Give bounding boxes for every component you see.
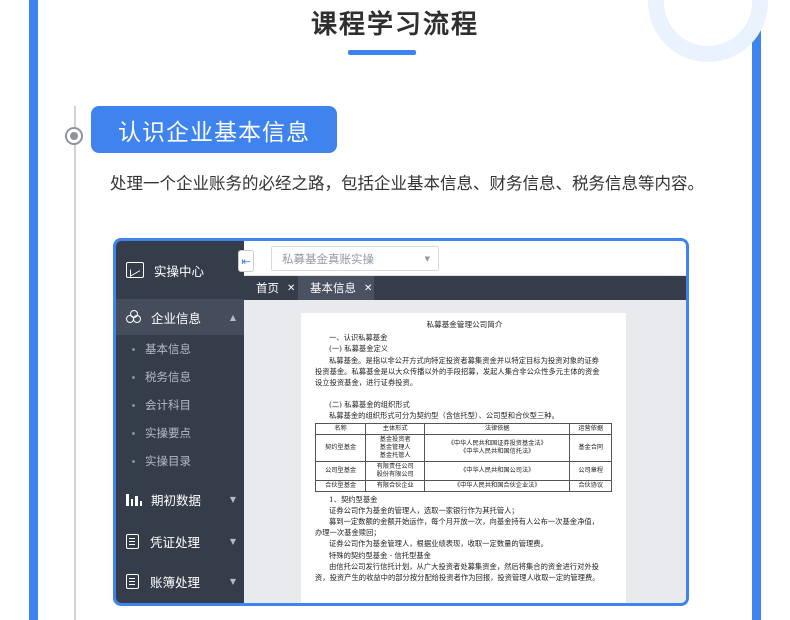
table-row: 契约型基金 基金投资者 基金管理人 基金托管人 《中华人民共和国证券投资基金法》… xyxy=(314,433,612,462)
table-cell: 公司章程 xyxy=(569,460,612,481)
sidebar-subitem-basic-info[interactable]: 基本信息 xyxy=(116,335,244,363)
arrow-left-icon: ⇤ xyxy=(241,254,251,268)
sidebar-item-label: 账簿处理 xyxy=(150,574,201,590)
table-cell: 《中华人民共和国合伙企业法》 xyxy=(424,479,571,492)
app-topbar: 私募基金真账实操 ▼ xyxy=(244,241,686,276)
dropdown-arrow-icon: ▼ xyxy=(424,254,430,263)
sidebar-item-company-info[interactable]: 企业信息 ▲ xyxy=(116,299,244,335)
sidebar-subitem-label: 实操目录 xyxy=(145,454,191,468)
doc-line: 特殊的契约型基金 - 信托型基金 xyxy=(329,550,431,560)
sidebar-item-label: 期初数据 xyxy=(151,492,202,508)
doc-line: 证券公司作为基金管理人，根据业绩表现，收取一定数量的管理费。 xyxy=(329,539,548,549)
timeline-line xyxy=(74,106,76,620)
sidebar-item-label: 企业信息 xyxy=(151,310,202,326)
doc-line: 证券公司作为基金的管理人，选取一家银行作为其托管人； xyxy=(329,505,519,515)
table-cell: 有限合伙企业 xyxy=(365,479,426,492)
sidebar-subitem-label: 基本信息 xyxy=(145,342,191,356)
right-accent-band xyxy=(752,0,761,620)
course-select-value: 私募基金真账实操 xyxy=(282,251,374,266)
doc-line: 募到一定数额的金额开始运作，每个月开放一次，向基金持有人公布一次基金净值， xyxy=(329,517,599,527)
tab-home[interactable]: 首页 ✕ xyxy=(244,276,298,300)
tab-label: 首页 xyxy=(256,281,279,295)
timeline-dot-icon xyxy=(65,127,83,145)
table-cell: 《中华人民共和国证券投资基金法》 《中华人民共和国信托法》 xyxy=(424,433,571,462)
table-header: 运营依据 xyxy=(569,422,612,435)
doc-line: (一) 私募基金定义 xyxy=(329,344,389,354)
section-title: 认识企业基本信息 xyxy=(91,106,337,153)
sidebar-item-label: 凭证处理 xyxy=(150,534,201,550)
bullet-icon xyxy=(132,403,135,407)
table-cell: 基金投资者 基金管理人 基金托管人 xyxy=(365,433,426,462)
table-cell: 合伙型基金 xyxy=(314,479,367,492)
bullet-icon xyxy=(132,431,135,435)
table-header: 名称 xyxy=(314,422,367,435)
doc-line: 办理一次基金赎回； xyxy=(315,528,381,538)
sidebar-subitem-catalog[interactable]: 实操目录 xyxy=(116,447,244,475)
table-header: 主体形式 xyxy=(365,422,426,435)
table-cell: 公司型基金 xyxy=(314,460,367,481)
document-page: 私募基金管理公司简介 一、认识私募基金 (一) 私募基金定义 私募基金。是指以非… xyxy=(301,313,626,603)
sidebar-subitem-label: 会计科目 xyxy=(145,398,191,412)
table-row: 合伙型基金 有限合伙企业 《中华人民共和国合伙企业法》 合伙协议 xyxy=(314,479,612,492)
bullet-icon xyxy=(132,375,135,379)
fund-type-table: 名称 主体形式 法律依据 运营依据 契约型基金 基金投资者 基金管理人 基金托管… xyxy=(314,422,612,492)
voucher-icon xyxy=(126,533,139,549)
chart-icon xyxy=(126,262,144,278)
left-accent-band xyxy=(29,0,38,620)
sidebar-subitem-key-points[interactable]: 实操要点 xyxy=(116,419,244,447)
close-icon[interactable]: ✕ xyxy=(287,283,295,294)
page-title: 课程学习流程 xyxy=(310,10,479,40)
app-tab-bar: 首页 ✕ 基本信息 ✕ xyxy=(244,276,686,300)
sidebar-item-vouchers[interactable]: 凭证处理 ▼ xyxy=(116,522,244,560)
chevron-down-icon: ▼ xyxy=(229,576,236,586)
course-select[interactable]: 私募基金真账实操 ▼ xyxy=(271,246,439,271)
table-header-row: 名称 主体形式 法律依据 运营依据 xyxy=(314,422,612,435)
table-cell: 《中华人民共和国公司法》 xyxy=(424,460,571,481)
doc-line: 私募基金。是指以非公开方式向特定投资者募集资金并以特定目标为投资对象的证券 xyxy=(329,355,599,365)
table-cell: 有限责任公司 股份有限公司 xyxy=(365,460,426,481)
sidebar-subitem-label: 实操要点 xyxy=(145,426,191,440)
doc-line: 由信托公司发行信托计划，从广大投资者处募集资金，然后将集合的资金进行对外投 xyxy=(329,561,599,571)
doc-line: 私募基金的组织形式可分为契约型（含信托型）、公司型和合伙型三种。 xyxy=(329,411,559,421)
doc-line: 设立投资基金，进行证券投资。 xyxy=(315,378,418,388)
sidebar-head-label: 实操中心 xyxy=(154,263,205,279)
title-underline xyxy=(348,50,416,55)
doc-line: 投资基金。私募基金是以大众传播以外的手段招募，发起人集合非公众性多元主体的资金 xyxy=(315,366,600,376)
table-header: 法律依据 xyxy=(424,422,571,435)
app-screenshot: 实操中心 企业信息 ▲ 基本信息 税务信息 会计科目 实操要点 实操目录 期初数… xyxy=(113,238,689,606)
chevron-down-icon: ▼ xyxy=(229,494,236,504)
sidebar-item-ledgers[interactable]: 账簿处理 ▼ xyxy=(116,562,244,600)
close-icon[interactable]: ✕ xyxy=(364,283,372,294)
bullet-icon xyxy=(132,347,135,351)
tab-label: 基本信息 xyxy=(310,281,356,295)
bar-chart-icon xyxy=(126,492,142,506)
sidebar-head[interactable]: 实操中心 xyxy=(116,241,244,299)
doc-line: 1、契约型基金 xyxy=(329,494,378,504)
sidebar-subitem-label: 税务信息 xyxy=(145,370,191,384)
cluster-icon xyxy=(126,310,142,324)
document-title: 私募基金管理公司简介 xyxy=(426,320,503,329)
sidebar-subitem-tax-info[interactable]: 税务信息 xyxy=(116,363,244,391)
chevron-up-icon: ▲ xyxy=(229,312,236,322)
document-viewer[interactable]: 私募基金管理公司简介 一、认识私募基金 (一) 私募基金定义 私募基金。是指以非… xyxy=(244,300,686,603)
bullet-icon xyxy=(132,459,135,463)
tab-basic-info[interactable]: 基本信息 ✕ xyxy=(298,276,374,300)
app-sidebar: 实操中心 企业信息 ▲ 基本信息 税务信息 会计科目 实操要点 实操目录 期初数… xyxy=(116,241,244,603)
table-cell: 基金合同 xyxy=(569,433,612,462)
ledger-icon xyxy=(126,573,139,589)
table-row: 公司型基金 有限责任公司 股份有限公司 《中华人民共和国公司法》 公司章程 xyxy=(314,460,612,481)
doc-line: 资，投资产生的收益中的部分按分配给投资者作为回报，投资管理人收取一定的管理费。 xyxy=(315,573,600,583)
chevron-down-icon: ▼ xyxy=(229,536,236,546)
doc-line: (二) 私募基金的组织形式 xyxy=(329,400,410,410)
sidebar-item-opening-data[interactable]: 期初数据 ▼ xyxy=(116,480,244,518)
sidebar-subitem-accounts[interactable]: 会计科目 xyxy=(116,391,244,419)
doc-line: 一、认识私募基金 xyxy=(329,333,388,343)
section-description: 处理一个企业账务的必经之路，包括企业基本信息、财务信息、税务信息等内容。 xyxy=(110,174,704,193)
table-cell: 合伙协议 xyxy=(569,479,612,492)
table-cell: 契约型基金 xyxy=(314,433,367,462)
collapse-sidebar-button[interactable]: ⇤ xyxy=(238,250,254,272)
